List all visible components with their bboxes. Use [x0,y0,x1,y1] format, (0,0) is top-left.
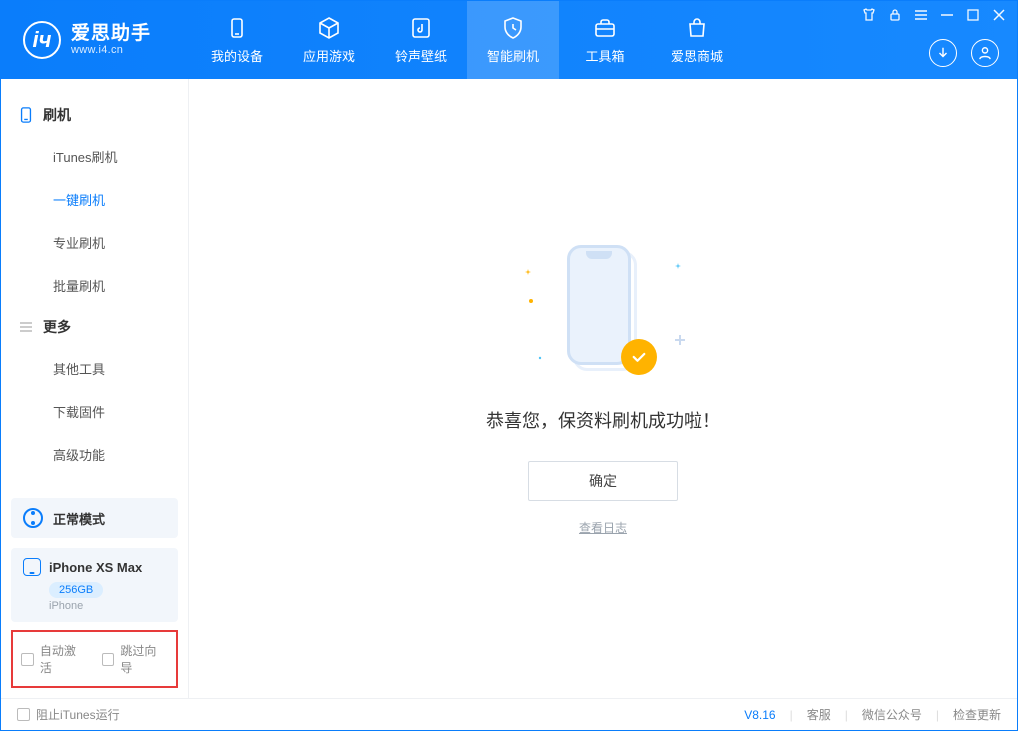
lock-icon[interactable] [887,7,903,23]
checkbox-auto-activate[interactable]: 自动激活 [21,642,88,676]
highlighted-checkbox-row: 自动激活 跳过向导 [11,630,178,688]
device-type: iPhone [49,600,166,612]
device-panel: 正常模式 iPhone XS Max 256GB iPhone [11,498,178,622]
app-subtitle: www.i4.cn [71,44,151,56]
user-button[interactable] [971,39,999,67]
footer-link-update[interactable]: 检查更新 [953,706,1001,723]
tab-label: 爱思商城 [671,46,723,65]
view-log-link[interactable]: 查看日志 [579,519,627,536]
sidebar-item-onekey-flash[interactable]: 一键刷机 [1,178,188,221]
app-header: iч 爱思助手 www.i4.cn 我的设备 应用游戏 铃声壁纸 智能刷机 工具… [1,1,1017,79]
maximize-icon[interactable] [965,7,981,23]
success-illustration [553,241,653,381]
sidebar-item-pro-flash[interactable]: 专业刷机 [1,221,188,264]
tab-label: 智能刷机 [487,46,539,65]
mode-icon [23,508,43,528]
checkbox-icon [21,653,34,666]
status-bar: 阻止iTunes运行 V8.16 | 客服 | 微信公众号 | 检查更新 [1,698,1017,730]
close-icon[interactable] [991,7,1007,23]
device-name: iPhone XS Max [49,560,142,575]
mode-box[interactable]: 正常模式 [11,498,178,538]
bag-icon [685,16,709,40]
app-title: 爱思助手 [71,24,151,45]
device-box[interactable]: iPhone XS Max 256GB iPhone [11,548,178,622]
success-message: 恭喜您，保资料刷机成功啦！ [486,407,720,433]
tab-smart-flash[interactable]: 智能刷机 [467,1,559,79]
main-content: 恭喜您，保资料刷机成功啦！ 确定 查看日志 [189,79,1017,698]
toolbox-icon [593,16,617,40]
tshirt-icon[interactable] [861,7,877,23]
checkbox-skip-guide[interactable]: 跳过向导 [102,642,169,676]
logo-area: iч 爱思助手 www.i4.cn [1,21,191,59]
cube-icon [317,16,341,40]
logo-icon: iч [23,21,61,59]
version-label: V8.16 [744,708,775,722]
minimize-icon[interactable] [939,7,955,23]
sidebar-item-other-tools[interactable]: 其他工具 [1,347,188,390]
sidebar-group-more: 更多 [1,307,188,347]
checkbox-stop-itunes[interactable]: 阻止iTunes运行 [17,706,120,723]
sidebar-item-itunes-flash[interactable]: iTunes刷机 [1,135,188,178]
tab-label: 工具箱 [585,46,624,65]
footer-link-wechat[interactable]: 微信公众号 [862,706,922,723]
tab-apps-games[interactable]: 应用游戏 [283,1,375,79]
list-icon [19,320,33,334]
tab-label: 铃声壁纸 [395,46,447,65]
sidebar-item-advanced[interactable]: 高级功能 [1,433,188,476]
check-badge-icon [621,339,657,375]
tab-toolbox[interactable]: 工具箱 [559,1,651,79]
header-right-buttons [929,39,999,67]
menu-icon[interactable] [913,7,929,23]
device-phone-icon [23,558,41,576]
tab-ringtones[interactable]: 铃声壁纸 [375,1,467,79]
sidebar: 刷机 iTunes刷机 一键刷机 专业刷机 批量刷机 更多 其他工具 下载固件 … [1,79,189,698]
tab-my-device[interactable]: 我的设备 [191,1,283,79]
confirm-button[interactable]: 确定 [528,461,678,501]
mode-label: 正常模式 [53,509,105,528]
checkbox-icon [102,653,115,666]
download-button[interactable] [929,39,957,67]
sidebar-item-download-firmware[interactable]: 下载固件 [1,390,188,433]
main-tabs: 我的设备 应用游戏 铃声壁纸 智能刷机 工具箱 爱思商城 [191,1,743,79]
tab-label: 我的设备 [211,46,263,65]
device-icon [225,16,249,40]
tab-label: 应用游戏 [303,46,355,65]
footer-link-support[interactable]: 客服 [807,706,831,723]
music-icon [409,16,433,40]
window-controls [861,7,1007,23]
shield-icon [501,16,525,40]
checkbox-icon [17,708,30,721]
sidebar-group-flash: 刷机 [1,95,188,135]
phone-icon [19,107,33,123]
sidebar-item-batch-flash[interactable]: 批量刷机 [1,264,188,307]
tab-store[interactable]: 爱思商城 [651,1,743,79]
device-storage: 256GB [49,582,103,598]
